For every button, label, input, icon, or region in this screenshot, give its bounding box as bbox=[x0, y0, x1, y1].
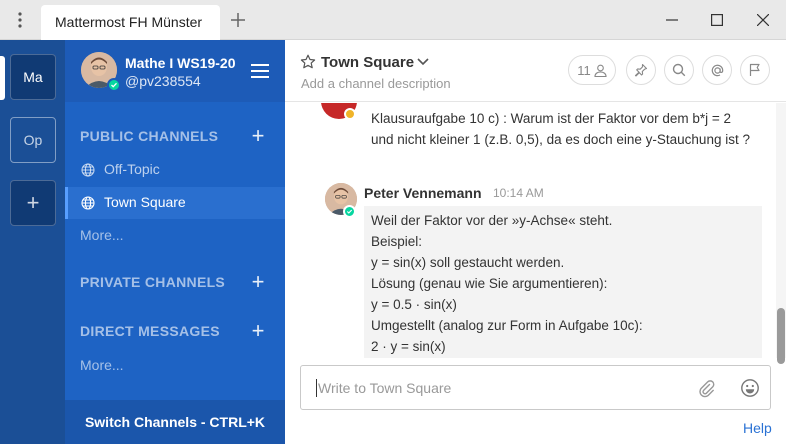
maximize-icon[interactable] bbox=[703, 6, 731, 34]
kebab-menu-icon[interactable] bbox=[8, 8, 32, 32]
flagged-posts-button[interactable] bbox=[740, 55, 770, 85]
post-line: 2 · y = sin(x) bbox=[371, 339, 446, 354]
add-direct-message-button[interactable]: + bbox=[249, 320, 267, 342]
private-channels-header: PRIVATE CHANNELS bbox=[80, 274, 226, 290]
sidebar-item-label: Off-Topic bbox=[104, 161, 160, 177]
switch-channels-button[interactable]: Switch Channels - CTRL+K bbox=[65, 400, 285, 444]
sidebar-header[interactable]: Mathe I WS19-20 @pv238554 bbox=[65, 40, 285, 102]
post-body: Weil der Faktor vor der »y-Achse« steht.… bbox=[364, 206, 762, 358]
add-private-channel-button[interactable]: + bbox=[249, 271, 267, 293]
flag-icon bbox=[749, 63, 760, 76]
direct-messages-header: DIRECT MESSAGES bbox=[80, 323, 220, 339]
chevron-down-icon[interactable] bbox=[416, 56, 430, 68]
post-author[interactable]: Peter Vennemann bbox=[364, 185, 482, 201]
member-icon bbox=[594, 64, 607, 77]
channel-sidebar: Mathe I WS19-20 @pv238554 PUBLIC CHANNEL… bbox=[65, 40, 285, 444]
message-input[interactable]: Write to Town Square bbox=[300, 365, 771, 410]
minimize-icon[interactable] bbox=[658, 6, 686, 34]
more-public-channels-link[interactable]: More... bbox=[80, 227, 124, 243]
team-name: Mathe I WS19-20 bbox=[125, 55, 236, 71]
post-line: Umgestellt (analog zur Form in Aufgabe 1… bbox=[371, 318, 643, 333]
post-line: Lösung (genau wie Sie argumentieren): bbox=[371, 276, 608, 291]
team-label: Op bbox=[23, 132, 43, 148]
message-input-placeholder: Write to Town Square bbox=[318, 380, 452, 396]
team-label: Ma bbox=[23, 69, 43, 85]
pin-icon bbox=[634, 63, 648, 77]
sidebar-item-town-square[interactable]: Town Square bbox=[65, 187, 285, 219]
pinned-messages-button[interactable] bbox=[626, 55, 656, 85]
post-line: Weil der Faktor vor der »y-Achse« steht. bbox=[371, 213, 613, 228]
message-list[interactable]: Klausuraufgabe 10 c) : Warum ist der Fak… bbox=[285, 103, 776, 358]
online-status-icon bbox=[107, 78, 121, 92]
username: @pv238554 bbox=[125, 73, 201, 89]
post-line: Beispiel: bbox=[371, 234, 423, 249]
tab-mattermost[interactable]: Mattermost FH Münster bbox=[41, 5, 220, 40]
member-count-button[interactable]: 11 bbox=[568, 55, 616, 85]
scrollbar-thumb[interactable] bbox=[777, 308, 785, 364]
help-link[interactable]: Help bbox=[743, 420, 772, 436]
channel-description-placeholder[interactable]: Add a channel description bbox=[301, 76, 451, 91]
more-direct-messages-link[interactable]: More... bbox=[80, 357, 124, 373]
at-mention-icon bbox=[711, 64, 723, 76]
search-icon bbox=[672, 63, 686, 77]
search-button[interactable] bbox=[664, 55, 694, 85]
globe-icon bbox=[81, 196, 95, 210]
hamburger-menu-icon[interactable] bbox=[251, 64, 269, 78]
post-line: y = sin(x) soll gestaucht werden. bbox=[371, 255, 565, 270]
channel-title[interactable]: Town Square bbox=[321, 54, 414, 71]
star-icon[interactable] bbox=[300, 54, 316, 70]
sidebar-item-off-topic[interactable]: Off-Topic bbox=[65, 154, 285, 186]
add-team-button[interactable]: + bbox=[10, 180, 56, 226]
title-bar: Mattermost FH Münster bbox=[0, 0, 786, 40]
channel-header: Town Square Add a channel description 11 bbox=[285, 40, 786, 102]
text-caret bbox=[316, 379, 317, 397]
post-timestamp[interactable]: 10:14 AM bbox=[493, 186, 544, 200]
team-button-op[interactable]: Op bbox=[10, 117, 56, 163]
close-icon[interactable] bbox=[749, 6, 777, 34]
public-channels-header: PUBLIC CHANNELS bbox=[80, 128, 219, 144]
tab-title: Mattermost FH Münster bbox=[55, 14, 203, 30]
message-text: Klausuraufgabe 10 c) : Warum ist der Fak… bbox=[371, 111, 750, 147]
plus-icon[interactable] bbox=[226, 8, 250, 32]
recent-mentions-button[interactable] bbox=[702, 55, 732, 85]
member-count: 11 bbox=[577, 62, 591, 78]
attachment-icon[interactable] bbox=[696, 378, 716, 398]
plus-icon: + bbox=[26, 190, 40, 215]
sidebar-item-label: Town Square bbox=[104, 194, 186, 210]
emoji-icon[interactable] bbox=[740, 378, 760, 398]
team-sidebar: Ma Op + bbox=[0, 40, 65, 444]
online-status-icon bbox=[343, 205, 356, 218]
globe-icon bbox=[81, 163, 95, 177]
team-button-ma[interactable]: Ma bbox=[10, 54, 56, 100]
post-line: y = 0.5 · sin(x) bbox=[371, 297, 457, 312]
away-status-icon bbox=[344, 108, 356, 120]
active-team-indicator bbox=[0, 56, 5, 100]
add-public-channel-button[interactable]: + bbox=[249, 125, 267, 147]
